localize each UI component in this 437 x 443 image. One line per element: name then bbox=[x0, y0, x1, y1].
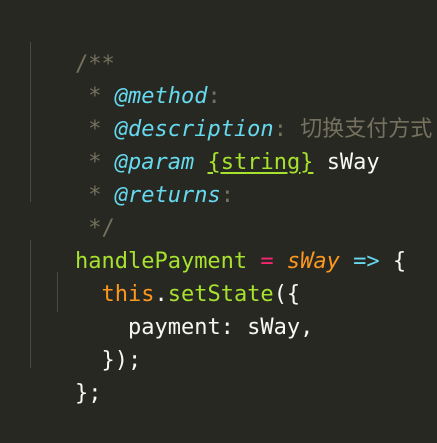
code-line-4: * @param {string} sWay bbox=[22, 113, 379, 175]
function-close: }; bbox=[74, 381, 102, 406]
code-line-7: handlePayment = sWay => { bbox=[22, 212, 406, 274]
code-line-11: }; bbox=[22, 344, 102, 406]
code-line-5: * @returns: bbox=[22, 146, 234, 208]
code-editor[interactable]: /** * @method: * @description: 切换支付方式 * … bbox=[0, 0, 437, 406]
code-line-6: */ bbox=[22, 179, 115, 241]
jsdoc-param-name: sWay bbox=[326, 150, 380, 175]
code-line-8: this.setState({ bbox=[22, 245, 300, 307]
code-line-10: }); bbox=[22, 311, 141, 373]
code-line-1: /** bbox=[22, 15, 115, 77]
comment-colon: : bbox=[220, 183, 234, 208]
call-close: }); bbox=[101, 348, 142, 373]
arrow-operator: => bbox=[353, 249, 380, 274]
code-line-3: * @description: 切换支付方式 bbox=[22, 80, 432, 142]
code-line-9: payment: sWay, bbox=[22, 278, 313, 340]
jsdoc-returns-tag: @returns bbox=[114, 183, 221, 208]
object-property: payment: sWay, bbox=[127, 315, 314, 340]
code-line-2: * @method: bbox=[22, 47, 220, 109]
open-brace: { bbox=[392, 249, 407, 274]
